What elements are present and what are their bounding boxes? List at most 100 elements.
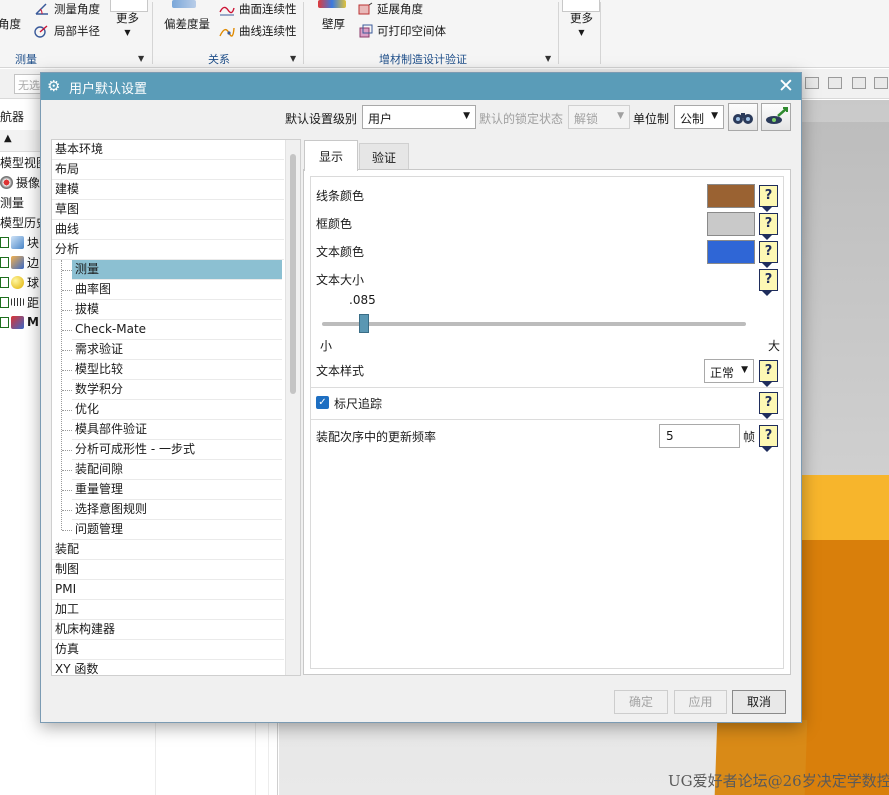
navigator-row[interactable]: M [0,312,39,332]
update-frequency-input[interactable]: 5 [659,424,740,448]
visibility-check-icon[interactable] [0,276,9,288]
tree-item[interactable]: 布局 [52,160,284,180]
curve-continuity-icon [219,24,235,38]
tree-connector [62,410,72,411]
tree-item[interactable]: 建模 [52,180,284,200]
visibility-check-icon[interactable] [0,296,9,308]
navigator-row[interactable]: 边 [0,252,39,272]
visibility-check-icon[interactable] [0,236,9,248]
surface-continuity-button[interactable]: 曲面连续性 [219,1,297,17]
view-tool-icon[interactable] [828,77,842,89]
tree-item[interactable]: 问题管理 [72,520,282,540]
navigator-row[interactable]: 距 [0,292,39,312]
navigator-row[interactable]: 球 [0,272,39,292]
ribbon-angle-button[interactable]: 角度 [0,16,21,32]
text-size-slider-track[interactable] [322,322,746,326]
ok-button[interactable]: 确定 [614,690,668,714]
printable-volume-button[interactable]: 可打印空间体 [357,23,446,39]
navigator-row-label: 边 [27,255,40,270]
measure-angle-label: 测量角度 [54,2,100,16]
tab-verify[interactable]: 验证 [359,143,409,170]
help-icon[interactable]: ? [759,392,778,419]
help-icon[interactable]: ? [759,425,778,452]
tree-item[interactable]: XY 函数 [52,660,284,675]
tree-scrollbar[interactable] [285,140,300,675]
level-select[interactable]: 用户 ▼ [362,105,476,129]
tree-item[interactable]: 重量管理 [72,480,282,500]
cancel-button[interactable]: 取消 [732,690,786,714]
tree-item[interactable]: 机床构建器 [52,620,284,640]
group-expand-icon[interactable]: ▼ [545,54,551,63]
tree-item[interactable]: 测量 [72,260,282,280]
level-select-value: 用户 [368,112,393,126]
lock-state-select[interactable]: 解锁 ▼ [568,105,630,129]
help-icon[interactable]: ? [759,269,778,296]
help-icon[interactable]: ? [759,213,778,240]
layer-tool-icon[interactable] [874,77,888,89]
tree-item[interactable]: 分析 [52,240,284,260]
more-button-additive[interactable]: 更多 ▼ [570,10,593,37]
tree-item[interactable]: 需求验证 [72,340,282,360]
tree-item[interactable]: 仿真 [52,640,284,660]
wall-thickness-button[interactable]: 壁厚 [322,16,345,32]
tree-item[interactable]: 模型比较 [72,360,282,380]
tree-item[interactable]: 数学积分 [72,380,282,400]
ribbon-item-label: 角度 [0,17,21,31]
sort-ascending-icon[interactable]: ▲ [4,133,12,144]
deviation-button[interactable]: 偏差度量 [164,16,210,32]
local-radius-button[interactable]: 局部半径 [34,23,100,39]
frame-color-swatch[interactable] [707,212,755,236]
model-orange-face [799,540,889,795]
more-label: 更多 [570,11,593,25]
help-icon[interactable]: ? [759,360,778,387]
tree-item[interactable]: 曲率图 [72,280,282,300]
curve-continuity-button[interactable]: 曲线连续性 [219,23,297,39]
help-icon[interactable]: ? [759,241,778,268]
close-icon[interactable]: ✕ [778,75,794,97]
more-button-measure[interactable]: 更多 ▼ [116,10,139,37]
visibility-check-icon[interactable] [0,256,9,268]
chevron-down-icon: ▼ [124,28,131,37]
tree-item[interactable]: 曲线 [52,220,284,240]
text-style-select[interactable]: 正常 ▼ [704,359,754,383]
navigator-row-label: M [27,315,39,329]
tree-item[interactable]: PMI [52,580,284,600]
apply-button[interactable]: 应用 [674,690,727,714]
tree-item[interactable]: 优化 [72,400,282,420]
ruler-tracking-label: 标尺追踪 [334,397,383,411]
navigator-row[interactable]: 块 [0,232,39,252]
tree-item[interactable]: Check-Mate [72,320,282,340]
tree-item[interactable]: 基本环境 [52,140,284,160]
tree-item[interactable]: 拔模 [72,300,282,320]
extension-angle-button[interactable]: 延展角度 [357,1,423,17]
manage-defaults-button[interactable] [761,103,791,131]
navigator-row[interactable]: 测量 [0,192,24,212]
unit-system-select[interactable]: 公制 ▼ [674,105,724,129]
help-icon[interactable]: ? [759,185,778,212]
tree-item[interactable]: 装配间隙 [72,460,282,480]
display-settings-content: 线条颜色 ? 框颜色 ? 文本颜色 ? 文本大小 ? .085 小 大 文本样式… [310,176,784,669]
text-color-swatch[interactable] [707,240,755,264]
group-expand-icon[interactable]: ▼ [138,54,144,63]
measure-angle-button[interactable]: 测量角度 [34,1,100,17]
defaults-category-tree[interactable]: 基本环境 布局 建模 草图 曲线 分析 测量 曲率图 拔模 Check-Mate 需求验证 模型比较数… [51,139,301,676]
tree-item[interactable]: 制图 [52,560,284,580]
tree-item[interactable]: 分析可成形性 - 一步式 [72,440,282,460]
line-color-swatch[interactable] [707,184,755,208]
eye-arrow-icon [766,107,788,124]
visibility-check-icon[interactable] [0,316,9,328]
render-tool-icon[interactable] [852,77,866,89]
tree-item[interactable]: 加工 [52,600,284,620]
tab-display[interactable]: 显示 [304,140,358,171]
dialog-title-bar[interactable]: ⚙ 用户默认设置 ✕ [41,73,801,100]
tree-item[interactable]: 模具部件验证 [72,420,282,440]
tree-item[interactable]: 草图 [52,200,284,220]
tree-item[interactable]: 装配 [52,540,284,560]
snap-point-icon[interactable] [805,77,819,89]
scrollbar-thumb[interactable] [290,154,296,394]
ruler-tracking-checkbox[interactable]: ✓ [316,396,329,409]
tree-item[interactable]: 选择意图规则 [72,500,282,520]
group-expand-icon[interactable]: ▼ [290,54,296,63]
find-defaults-button[interactable] [728,103,758,131]
text-size-slider-thumb[interactable] [359,314,370,333]
